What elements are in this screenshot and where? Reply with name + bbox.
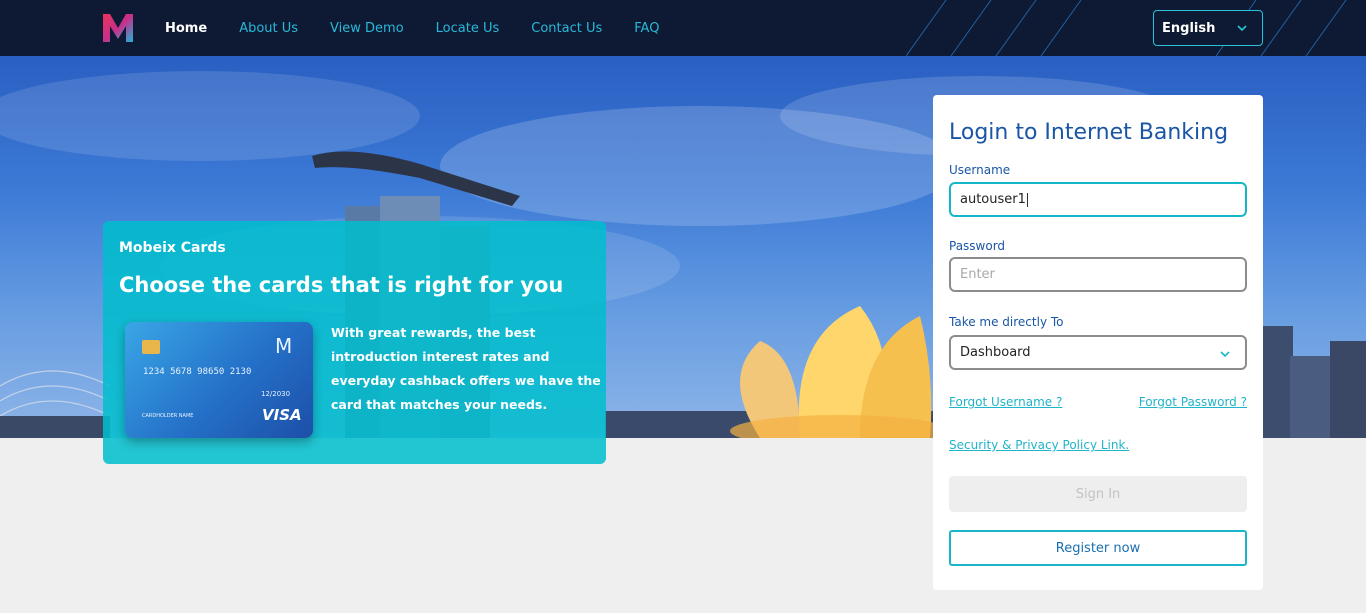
chevron-down-icon [1237, 25, 1247, 32]
nav-about-us[interactable]: About Us [239, 21, 298, 36]
visa-logo: VISA [262, 406, 302, 424]
text-caret [1026, 192, 1028, 207]
password-input[interactable]: Enter [949, 257, 1247, 292]
cards-promo-panel: Mobeix Cards Choose the cards that is ri… [103, 221, 606, 464]
language-select[interactable]: English [1153, 10, 1263, 46]
nav-home[interactable]: Home [165, 21, 207, 36]
card-logo: M [275, 334, 293, 358]
language-selected-value: English [1162, 20, 1216, 36]
nav-contact-us[interactable]: Contact Us [531, 21, 602, 36]
destination-select[interactable]: Dashboard [949, 335, 1247, 370]
promo-description: With great rewards, the best introductio… [331, 325, 601, 412]
password-placeholder: Enter [960, 267, 995, 282]
destination-value: Dashboard [960, 345, 1031, 360]
decorative-stripes [906, 0, 1347, 56]
card-number: 1234 5678 98650 2130 [143, 367, 252, 377]
register-now-button[interactable]: Register now [949, 530, 1247, 566]
credit-card-image: M 1234 5678 98650 2130 12/2030 CARDHOLDE… [125, 322, 313, 438]
forgot-password-link[interactable]: Forgot Password ? [1139, 395, 1247, 409]
nav-view-demo[interactable]: View Demo [330, 21, 404, 36]
username-label: Username [949, 163, 1011, 177]
username-input[interactable]: autouser1 [949, 182, 1247, 217]
mobeix-m-logo-icon[interactable] [101, 12, 135, 44]
nav-faq[interactable]: FAQ [634, 21, 659, 36]
main-nav: Home About Us View Demo Locate Us Contac… [165, 0, 691, 56]
login-title: Login to Internet Banking [949, 120, 1229, 145]
card-holder-name: CARDHOLDER NAME [142, 413, 194, 419]
top-navigation-bar: Home About Us View Demo Locate Us Contac… [0, 0, 1366, 56]
password-label: Password [949, 239, 1006, 253]
nav-locate-us[interactable]: Locate Us [436, 21, 500, 36]
destination-label: Take me directly To [949, 315, 1064, 329]
forgot-username-link[interactable]: Forgot Username ? [949, 395, 1062, 409]
username-value: autouser1 [960, 192, 1026, 207]
promo-headline: Choose the cards that is right for you [119, 273, 564, 297]
chevron-down-icon [1220, 351, 1230, 358]
login-panel: Login to Internet Banking Username autou… [933, 95, 1263, 590]
security-privacy-link[interactable]: Security & Privacy Policy Link. [949, 438, 1129, 452]
card-chip-icon [142, 340, 160, 354]
card-valid-thru: 12/2030 [261, 390, 291, 398]
sign-in-button[interactable]: Sign In [949, 476, 1247, 512]
promo-kicker: Mobeix Cards [119, 240, 226, 256]
